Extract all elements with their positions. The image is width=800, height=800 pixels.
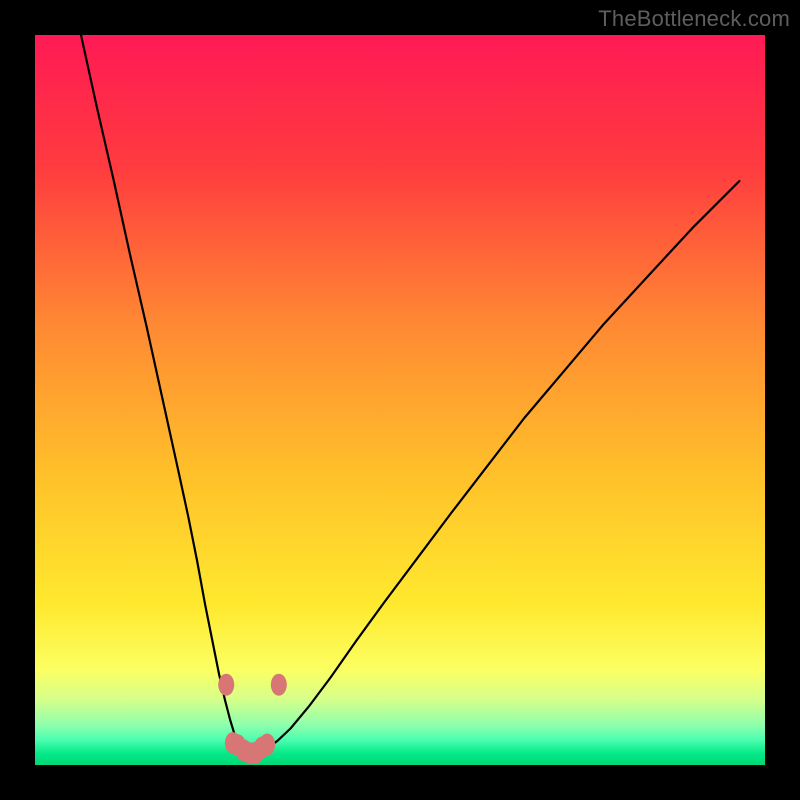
chart-canvas: TheBottleneck.com (0, 0, 800, 800)
background-gradient (35, 35, 765, 765)
watermark-text: TheBottleneck.com (598, 6, 790, 32)
valley-marker-8 (271, 674, 287, 696)
plot-area (35, 35, 765, 765)
valley-marker-7 (259, 734, 275, 756)
valley-marker-0 (218, 674, 234, 696)
